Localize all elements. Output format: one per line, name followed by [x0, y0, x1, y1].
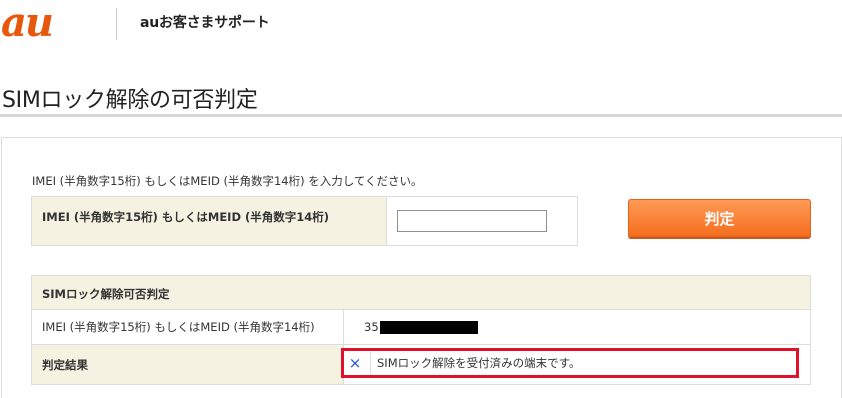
au-logo[interactable]: au	[1, 6, 99, 42]
instruction-text: IMEI (半角数字15桁) もしくはMEID (半角数字14桁) を入力してく…	[32, 174, 423, 188]
imei-input-label: IMEI (半角数字15桁) もしくはMEID (半角数字14桁)	[32, 197, 387, 245]
status-divider	[370, 352, 371, 374]
imei-input-table: IMEI (半角数字15桁) もしくはMEID (半角数字14桁)	[31, 196, 578, 246]
site-title-text: お客さまサポート	[159, 15, 270, 31]
x-mark-icon: ×	[348, 354, 362, 372]
result-imei-value: 35	[344, 310, 810, 344]
judge-button[interactable]: 判定	[628, 199, 811, 237]
result-status-label: 判定結果	[32, 345, 344, 384]
result-status-row: 判定結果 × SIMロック解除を受付済みの端末です。	[31, 345, 811, 385]
result-table: SIMロック解除可否判定 IMEI (半角数字15桁) もしくはMEID (半角…	[31, 275, 811, 385]
site-header: au auお客さまサポート	[0, 0, 842, 48]
title-rule	[0, 114, 842, 117]
result-status-value: × SIMロック解除を受付済みの端末です。	[341, 345, 810, 384]
site-title[interactable]: auお客さまサポート	[140, 12, 270, 32]
result-status-text: SIMロック解除を受付済みの端末です。	[377, 356, 581, 370]
result-imei-row: IMEI (半角数字15桁) もしくはMEID (半角数字14桁) 35	[31, 310, 811, 345]
page-title: SIMロック解除の可否判定	[2, 88, 258, 113]
result-highlight-box: × SIMロック解除を受付済みの端末です。	[341, 348, 799, 378]
imei-input[interactable]	[397, 210, 547, 232]
result-section-title: SIMロック解除可否判定	[31, 275, 811, 310]
site-title-prefix: au	[140, 15, 160, 31]
svg-text:au: au	[1, 6, 52, 42]
imei-prefix: 35	[364, 320, 379, 334]
redacted-imei	[379, 320, 478, 334]
header-divider	[116, 8, 117, 40]
result-imei-label: IMEI (半角数字15桁) もしくはMEID (半角数字14桁)	[32, 310, 344, 344]
imei-input-cell	[387, 197, 577, 245]
